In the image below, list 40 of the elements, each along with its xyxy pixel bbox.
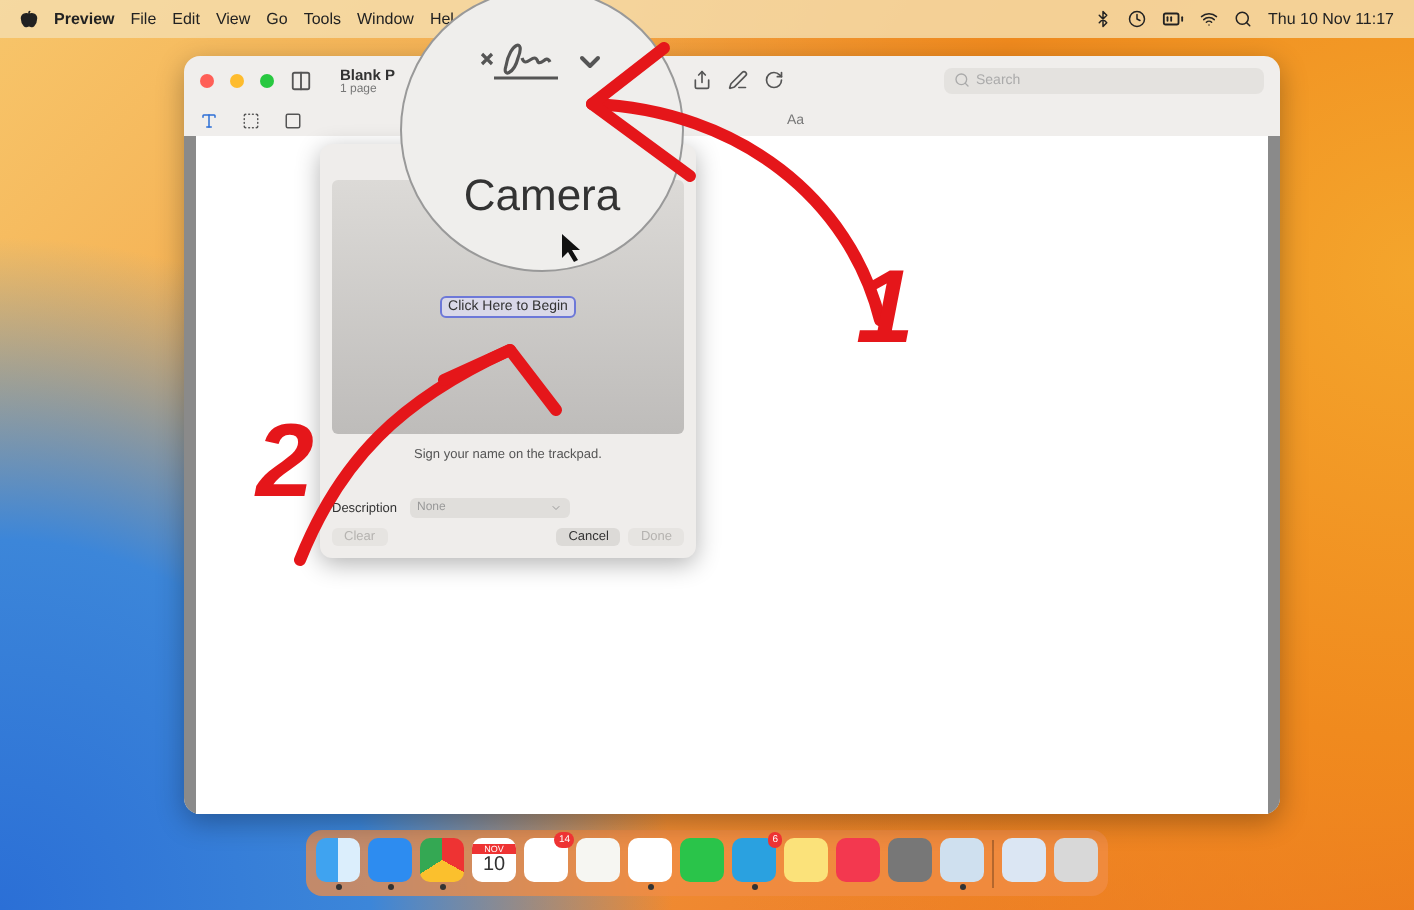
rotate-icon[interactable] [764,70,784,90]
menu-item[interactable]: Go [266,10,288,28]
zoom-button[interactable] [260,73,274,87]
dock-app-icon[interactable] [420,837,464,881]
dock-app-icon[interactable] [524,837,568,881]
annotation-number: 2 [256,410,314,514]
dock-app-icon[interactable] [1002,837,1046,881]
selection-icon[interactable] [242,111,260,129]
dock-app-icon[interactable] [316,837,360,881]
menu-item[interactable]: Tools [303,10,341,28]
pen-icon[interactable] [728,70,748,90]
close-button[interactable] [200,73,214,87]
dock-app-icon[interactable] [784,837,828,881]
clock-icon[interactable] [1127,10,1146,28]
menu-item[interactable]: Edit [172,10,200,28]
dock-app-icon[interactable] [940,837,984,881]
apple-logo-icon[interactable] [20,10,38,28]
battery-icon[interactable] [1161,8,1184,30]
dock-app-icon[interactable] [576,837,620,881]
camera-tab[interactable]: Camera [463,170,621,222]
menu-item[interactable]: View [215,10,251,28]
chevron-icon [549,502,562,514]
signature-icon[interactable] [478,38,562,86]
search-icon[interactable] [1233,10,1252,28]
text-tool-icon[interactable] [200,111,218,129]
rectangle-icon[interactable] [284,111,302,129]
menu-item[interactable]: Preview [54,10,115,28]
trash-icon[interactable] [1054,837,1098,881]
dock-app-icon[interactable] [628,837,672,881]
menu-item[interactable]: File [130,10,157,28]
calendar-day: 10 [482,853,506,875]
bluetooth-icon[interactable] [1093,10,1112,28]
share-icon[interactable] [692,70,712,90]
pointer-icon [562,234,582,262]
sidebar-icon[interactable] [290,69,312,91]
menu-item[interactable]: Window [357,10,414,28]
search-icon [954,72,970,88]
menu-clock[interactable]: Thu 10 Nov 11:17 [1267,10,1394,28]
wifi-icon[interactable] [1199,10,1218,28]
dock-app-icon[interactable] [888,837,932,881]
